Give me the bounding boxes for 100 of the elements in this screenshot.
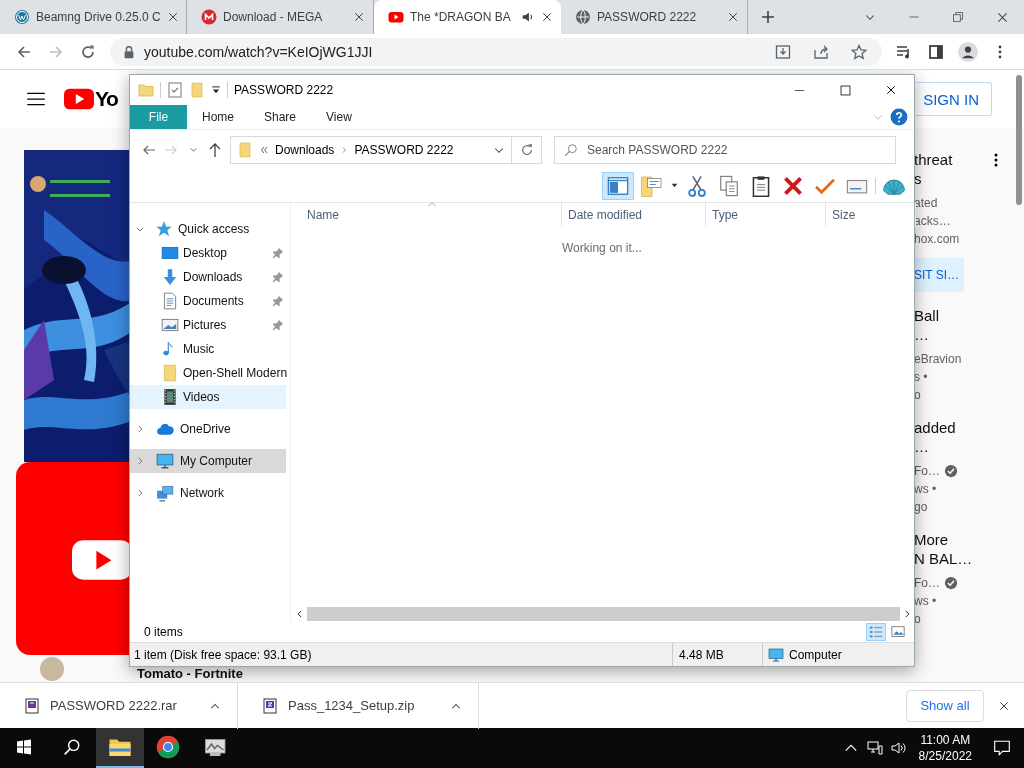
video-meta: o (914, 611, 921, 628)
large-icons-view-icon (890, 625, 906, 639)
ribbon-tab[interactable]: Home (187, 105, 249, 129)
search-icon (63, 738, 81, 756)
computer-icon (155, 452, 175, 470)
video-title: More (914, 530, 950, 549)
tab-title: Download - MEGA (223, 10, 324, 24)
clipboard-icon (750, 174, 772, 197)
video-title: Ball (914, 306, 940, 325)
search-field[interactable]: Search PASSWORD 2222 (554, 135, 896, 164)
browser-tab[interactable]: PASSWORD 2222 (561, 0, 748, 34)
video-meta: hox.com (914, 231, 960, 248)
video-meta: ws • (914, 481, 937, 498)
nav-item[interactable]: Desktop (130, 241, 286, 265)
mega-icon (201, 9, 217, 25)
address-field[interactable]: Downloads PASSWORD 2222 (230, 135, 512, 164)
logo-text: Yo (95, 87, 118, 111)
breadcrumb-item[interactable]: PASSWORD 2222 (354, 142, 454, 157)
reload-icon (80, 43, 96, 60)
chevron-left-icon (295, 609, 305, 619)
url-text: youtube.com/watch?v=KeIOjWG1JJI (144, 43, 374, 60)
column-header[interactable]: Size (826, 203, 916, 227)
nav-item[interactable]: My Computer (130, 449, 286, 473)
picture-frame-icon (161, 316, 179, 334)
nav-item[interactable]: Network (130, 481, 286, 505)
column-header[interactable]: Name (291, 203, 562, 227)
close-icon[interactable] (727, 11, 739, 23)
computer-icon (767, 646, 785, 663)
plus-icon (760, 9, 776, 25)
video-meta: ated (914, 195, 938, 212)
maximize-icon (839, 84, 851, 96)
details-view-button[interactable] (866, 623, 886, 641)
video-title: Tomato - Fortnite (137, 667, 243, 681)
network-icon (866, 740, 883, 756)
item-count: 0 items (144, 625, 183, 639)
tab-title: Beamng Drive 0.25.0 C (36, 10, 161, 24)
address-bar[interactable]: youtube.com/watch?v=KeIOjWG1JJI (110, 37, 882, 66)
taskbar-app[interactable] (96, 728, 144, 768)
network-icon (155, 484, 175, 502)
delete-icon (782, 174, 804, 197)
chevron-right-icon[interactable] (135, 488, 145, 498)
show-all-button[interactable]: Show all (906, 689, 984, 722)
ribbon-tab[interactable]: Share (249, 105, 312, 129)
chrome-icon[interactable] (156, 735, 180, 759)
profile-icon (958, 41, 978, 62)
sign-in-button[interactable]: SIGN IN (916, 82, 992, 116)
wordpress-icon (14, 9, 30, 25)
up-arrow-icon (207, 141, 223, 158)
properties-icon[interactable] (167, 82, 183, 98)
close-icon[interactable] (353, 11, 365, 23)
video-meta: Fo… (914, 575, 940, 592)
scrollbar-thumb[interactable] (307, 607, 900, 621)
scrollbar-thumb[interactable] (1016, 75, 1022, 205)
refresh-icon (519, 142, 534, 157)
channel-avatar (40, 657, 64, 681)
nav-item[interactable]: OneDrive (130, 417, 286, 441)
nav-item[interactable]: Pictures (130, 313, 286, 337)
help-icon[interactable] (890, 108, 908, 126)
close-icon[interactable] (166, 11, 179, 23)
nav-item[interactable]: Downloads (130, 265, 286, 289)
folder-options-icon (640, 173, 664, 198)
restore-icon (952, 11, 964, 23)
chevron-right-icon (902, 609, 912, 619)
nav-item[interactable]: Quick access (130, 217, 286, 241)
message-icon (993, 739, 1011, 757)
close-icon[interactable] (541, 11, 553, 23)
side-panel-icon (928, 43, 944, 60)
video-title: s (914, 169, 923, 188)
archive-file-icon (24, 697, 40, 714)
visit-site-button[interactable]: SIT SI… (914, 258, 964, 292)
chevron-right-icon (340, 145, 349, 154)
down-arrow-icon (161, 268, 179, 286)
nav-item[interactable]: Open-Shell Modern (130, 361, 286, 385)
chevron-right-icon[interactable] (135, 456, 145, 466)
archive-file-icon (262, 697, 278, 714)
scissors-icon (686, 174, 708, 197)
ribbon-tab[interactable]: View (311, 105, 367, 129)
clock[interactable]: 11:00 AM 8/25/2022 (910, 732, 980, 764)
refresh-button[interactable] (512, 135, 542, 164)
layout-button[interactable] (602, 171, 634, 200)
breadcrumb-item[interactable]: Downloads (275, 142, 335, 157)
status-text: 1 item (Disk free space: 93.1 GB) (133, 647, 313, 662)
windows-icon (16, 739, 32, 755)
video-meta: s • (914, 369, 928, 386)
dropdown-caret-icon[interactable] (211, 85, 221, 95)
scroll-right-button[interactable] (902, 609, 912, 619)
lock-icon (122, 44, 136, 59)
browser-tab[interactable]: Beamng Drive 0.25.0 C (0, 0, 187, 34)
chevron-right-icon[interactable] (135, 424, 145, 434)
column-header[interactable]: Type (706, 203, 826, 227)
size-text: 4.48 MB (679, 647, 724, 662)
browser-tab[interactable]: The *DRAGON BA (374, 0, 561, 34)
column-header[interactable]: Date modified (562, 203, 706, 227)
nav-item[interactable]: Documents (130, 289, 286, 313)
dropdown-caret-icon[interactable] (670, 181, 679, 190)
scroll-left-button[interactable] (295, 609, 305, 619)
chevron-down-icon[interactable] (135, 224, 145, 234)
globe-icon (575, 9, 591, 25)
nav-item[interactable]: Music (130, 337, 286, 361)
nav-item[interactable]: Videos (130, 385, 286, 409)
